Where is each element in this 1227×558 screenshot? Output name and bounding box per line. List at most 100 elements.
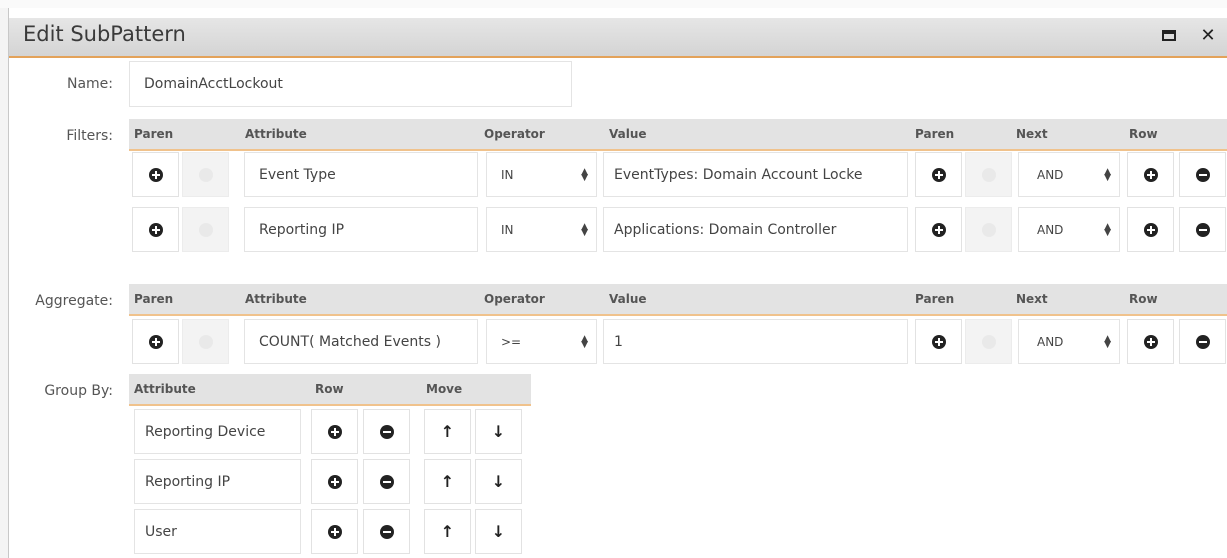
filter-attribute-field[interactable]: Reporting IP (244, 207, 478, 252)
aggregate-operator-select[interactable]: >= ▲ ▼ (486, 319, 597, 364)
remove-row-button[interactable] (363, 459, 410, 504)
aggregate-header-next: Next (1016, 292, 1048, 306)
filters-header-row: Row (1129, 127, 1158, 141)
filters-header-operator: Operator (484, 127, 545, 141)
minus-circle-icon (1195, 167, 1210, 182)
close-paren-add-button[interactable] (915, 207, 962, 252)
remove-row-button[interactable] (1179, 319, 1226, 364)
plus-circle-icon (327, 474, 342, 489)
aggregate-next-select[interactable]: AND ▲ ▼ (1018, 319, 1120, 364)
select-arrows-icon: ▲ ▼ (1104, 333, 1111, 350)
filter-attribute-field[interactable]: Event Type (244, 152, 478, 197)
open-paren-remove-button[interactable] (182, 152, 229, 197)
aggregate-label: Aggregate: (35, 293, 113, 309)
add-row-button[interactable] (1127, 207, 1174, 252)
aggregate-operator-value: >= (501, 334, 522, 349)
filter-operator-value: IN (501, 222, 514, 237)
filter-operator-value: IN (501, 167, 514, 182)
name-label: Name: (66, 76, 113, 92)
edit-subpattern-dialog: Edit SubPattern ✕ Name: DomainAcctLockou… (8, 8, 1227, 558)
filter-next-select[interactable]: AND ▲ ▼ (1018, 207, 1120, 252)
filters-label: Filters: (66, 128, 113, 144)
aggregate-value-field[interactable]: 1 (603, 319, 908, 364)
open-paren-add-button[interactable] (132, 152, 179, 197)
open-paren-add-button[interactable] (132, 207, 179, 252)
move-down-button[interactable]: ↓ (475, 509, 522, 554)
plus-circle-icon (327, 524, 342, 539)
plus-circle-icon (1143, 334, 1158, 349)
aggregate-header-paren-close: Paren (915, 292, 955, 306)
aggregate-header-paren: Paren (134, 292, 174, 306)
aggregate-header: Paren Attribute Operator Value Paren Nex… (129, 284, 1227, 316)
maximize-button[interactable] (1158, 24, 1180, 46)
group-by-label: Group By: (44, 383, 113, 399)
dialog-titlebar: Edit SubPattern ✕ (9, 18, 1227, 58)
close-paren-remove-button[interactable] (965, 152, 1012, 197)
plus-circle-icon (1143, 222, 1158, 237)
filter-operator-select[interactable]: IN ▲ ▼ (486, 152, 597, 197)
group-by-attribute-field[interactable]: User (134, 509, 301, 554)
minus-circle-icon (981, 222, 996, 237)
filter-value-field[interactable]: EventTypes: Domain Account Locke (603, 152, 908, 197)
add-row-button[interactable] (1127, 152, 1174, 197)
open-paren-add-button[interactable] (132, 319, 179, 364)
remove-row-button[interactable] (1179, 207, 1226, 252)
open-paren-remove-button[interactable] (182, 319, 229, 364)
select-arrows-icon: ▲ ▼ (1104, 221, 1111, 238)
open-paren-remove-button[interactable] (182, 207, 229, 252)
dialog-title: Edit SubPattern (23, 22, 186, 46)
close-paren-add-button[interactable] (915, 319, 962, 364)
arrow-down-icon: ↓ (491, 422, 506, 441)
aggregate-header-attribute: Attribute (245, 292, 307, 306)
minus-circle-icon (198, 222, 213, 237)
filter-next-select[interactable]: AND ▲ ▼ (1018, 152, 1120, 197)
aggregate-header-row: Row (1129, 292, 1158, 306)
filters-header-paren: Paren (134, 127, 174, 141)
filter-operator-select[interactable]: IN ▲ ▼ (486, 207, 597, 252)
filter-value-field[interactable]: Applications: Domain Controller (603, 207, 908, 252)
add-row-button[interactable] (311, 509, 358, 554)
plus-circle-icon (1143, 167, 1158, 182)
arrow-up-icon: ↑ (440, 472, 455, 491)
add-row-button[interactable] (1127, 319, 1174, 364)
aggregate-header-operator: Operator (484, 292, 545, 306)
plus-circle-icon (931, 334, 946, 349)
filters-header-next: Next (1016, 127, 1048, 141)
group-by-header-move: Move (426, 382, 463, 396)
select-arrows-icon: ▲ ▼ (581, 333, 588, 350)
group-by-attribute-field[interactable]: Reporting Device (134, 409, 301, 454)
filter-next-value: AND (1037, 167, 1064, 182)
name-input[interactable]: DomainAcctLockout (129, 61, 572, 107)
minus-circle-icon (198, 334, 213, 349)
plus-circle-icon (148, 334, 163, 349)
move-down-button[interactable]: ↓ (475, 409, 522, 454)
group-by-attribute-field[interactable]: Reporting IP (134, 459, 301, 504)
close-button[interactable]: ✕ (1197, 24, 1219, 46)
move-up-button[interactable]: ↑ (424, 509, 471, 554)
filter-next-value: AND (1037, 222, 1064, 237)
plus-circle-icon (327, 424, 342, 439)
add-row-button[interactable] (311, 409, 358, 454)
add-row-button[interactable] (311, 459, 358, 504)
aggregate-header-value: Value (609, 292, 647, 306)
aggregate-attribute-field[interactable]: COUNT( Matched Events ) (244, 319, 478, 364)
minus-circle-icon (1195, 222, 1210, 237)
close-paren-remove-button[interactable] (965, 319, 1012, 364)
filters-header-attribute: Attribute (245, 127, 307, 141)
arrow-down-icon: ↓ (491, 472, 506, 491)
remove-row-button[interactable] (363, 409, 410, 454)
close-paren-remove-button[interactable] (965, 207, 1012, 252)
plus-circle-icon (931, 167, 946, 182)
remove-row-button[interactable] (1179, 152, 1226, 197)
close-icon: ✕ (1200, 24, 1216, 46)
move-up-button[interactable]: ↑ (424, 409, 471, 454)
maximize-icon (1162, 29, 1176, 41)
select-arrows-icon: ▲ ▼ (581, 221, 588, 238)
close-paren-add-button[interactable] (915, 152, 962, 197)
move-up-button[interactable]: ↑ (424, 459, 471, 504)
top-strip (0, 0, 1227, 8)
arrow-down-icon: ↓ (491, 522, 506, 541)
arrow-up-icon: ↑ (440, 422, 455, 441)
move-down-button[interactable]: ↓ (475, 459, 522, 504)
remove-row-button[interactable] (363, 509, 410, 554)
